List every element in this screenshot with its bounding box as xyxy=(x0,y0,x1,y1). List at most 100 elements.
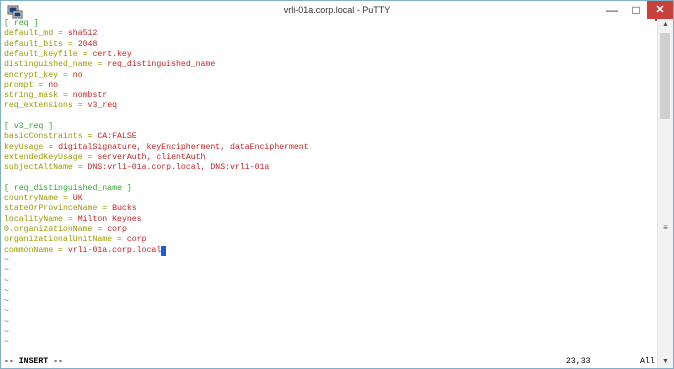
empty-line-tilde: ~ xyxy=(4,266,9,276)
config-key: 0.organizationName xyxy=(4,225,93,234)
empty-line-tilde: ~ xyxy=(4,317,9,327)
config-value: 2048 xyxy=(77,39,98,49)
config-value: vrli-01a.corp.local xyxy=(67,245,162,255)
equals-separator: = xyxy=(92,225,108,234)
config-value: DNS:vrli-01a.corp.local, DNS:vrli-01a xyxy=(87,163,270,173)
section-header: [ req_distinguished_name ] xyxy=(4,183,132,193)
empty-line-tilde: ~ xyxy=(4,255,9,265)
editor-line: [ req_distinguished_name ] xyxy=(4,184,132,194)
config-key: req_extensions xyxy=(4,101,73,111)
editor-line: default_bits = 2048 xyxy=(4,40,97,50)
empty-line-tilde: ~ xyxy=(4,276,9,286)
window-title: vrli-01a.corp.local - PuTTY xyxy=(283,5,391,15)
editor-line: subjectAltName = DNS:vrli-01a.corp.local… xyxy=(4,163,269,173)
empty-line-tilde: ~ xyxy=(4,286,9,296)
empty-line-tilde: ~ xyxy=(4,328,9,337)
config-value: no xyxy=(48,80,59,90)
editor-line: distinguished_name = req_distinguished_n… xyxy=(4,60,215,70)
config-key: default_bits xyxy=(4,39,63,49)
editor-line: [ req ] xyxy=(4,19,38,29)
terminal-area[interactable]: [ req ] default_md = sha512 default_bits =… xyxy=(3,19,655,368)
text-cursor xyxy=(161,245,167,256)
empty-line-tilde: ~ xyxy=(4,338,9,348)
equals-separator: = xyxy=(97,204,113,214)
scroll-grip-icon: ≡ xyxy=(663,223,668,232)
config-value: serverAuth, clientAuth xyxy=(97,152,206,162)
equals-separator: = xyxy=(58,70,73,80)
equals-separator: = xyxy=(53,29,68,39)
equals-separator: = xyxy=(58,91,73,101)
config-value: corp xyxy=(107,225,127,234)
equals-separator: = xyxy=(82,132,98,142)
equals-separator: = xyxy=(43,142,59,152)
equals-separator: = xyxy=(53,245,68,255)
file-percent: All xyxy=(640,357,655,366)
config-value: req_distinguished_name xyxy=(107,60,216,70)
config-key: countryName xyxy=(4,194,59,204)
editor-line: 0.organizationName = corp xyxy=(4,225,127,235)
vertical-scrollbar[interactable]: ▲ ≡ ▼ xyxy=(657,19,673,368)
config-value: Milton Keynes xyxy=(77,214,142,224)
editor-line: [ v3_req ] xyxy=(4,122,53,132)
editor-line: basicConstraints = CA:FALSE xyxy=(4,132,137,142)
config-key: extendedKeyUsage xyxy=(4,152,83,162)
config-value: no xyxy=(72,70,83,80)
config-key: default_md xyxy=(4,29,54,39)
equals-separator: = xyxy=(82,152,98,162)
editor-line: encrypt_key = no xyxy=(4,71,83,81)
equals-separator: = xyxy=(77,49,93,59)
editor-line: countryName = UK xyxy=(4,194,83,204)
equals-separator: = xyxy=(62,39,78,49)
config-key: string_mask xyxy=(4,91,59,101)
config-key: encrypt_key xyxy=(4,70,59,80)
editor-line: req_extensions = v3_req xyxy=(4,101,117,111)
config-value: UK xyxy=(72,194,83,204)
insert-mode-indicator: -- INSERT -- xyxy=(4,357,63,366)
vim-status-line: -- INSERT -- 23,33 All xyxy=(4,357,655,367)
editor-line: stateOrProvinceName = Bucks xyxy=(4,204,137,214)
equals-separator: = xyxy=(58,194,73,204)
equals-separator: = xyxy=(62,214,78,224)
scroll-up-arrow-icon[interactable]: ▲ xyxy=(658,19,673,31)
config-value: CA:FALSE xyxy=(97,132,137,142)
scroll-thumb[interactable] xyxy=(660,33,670,119)
equals-separator: = xyxy=(72,163,88,173)
config-value: nombstr xyxy=(72,91,108,101)
config-key: stateOrProvinceName xyxy=(4,204,98,214)
section-header: [ req ] xyxy=(4,19,39,28)
config-key: basicConstraints xyxy=(4,132,83,142)
scroll-down-arrow-icon[interactable]: ▼ xyxy=(658,356,673,368)
minimize-button[interactable]: — xyxy=(601,1,623,21)
editor-line: localityName = Milton Keynes xyxy=(4,215,142,225)
config-value: sha512 xyxy=(67,29,98,39)
putty-window: vrli-01a.corp.local - PuTTY — □ ✕ [ req … xyxy=(0,0,674,369)
config-value: Bucks xyxy=(112,204,137,214)
cursor-position: 23,33 xyxy=(566,357,591,366)
close-button[interactable]: ✕ xyxy=(647,1,673,21)
config-key: subjectAltName xyxy=(4,163,73,173)
config-key: default_keyfile xyxy=(4,49,78,59)
config-value: v3_req xyxy=(87,101,118,111)
empty-line-tilde: ~ xyxy=(4,307,9,317)
config-value: cert.key xyxy=(92,49,132,59)
config-key: localityName xyxy=(4,214,63,224)
section-header: [ v3_req ] xyxy=(4,122,54,131)
config-key: commonName xyxy=(4,245,54,255)
equals-separator: = xyxy=(72,101,88,111)
config-value: digitalSignature, keyEncipherment, dataE… xyxy=(58,142,309,152)
config-value: corp xyxy=(126,235,147,245)
editor-line: prompt = no xyxy=(4,81,58,91)
equals-separator: = xyxy=(112,235,127,245)
editor-line: default_keyfile = cert.key xyxy=(4,50,132,60)
config-key: distinguished_name xyxy=(4,60,93,70)
maximize-button[interactable]: □ xyxy=(625,1,647,21)
editor-line: extendedKeyUsage = serverAuth, clientAut… xyxy=(4,153,205,163)
editor-line: keyUsage = digitalSignature, keyEncipher… xyxy=(4,143,309,153)
empty-line-tilde: ~ xyxy=(4,297,9,307)
equals-separator: = xyxy=(33,80,49,90)
editor-line: commonName = vrli-01a.corp.local xyxy=(4,245,167,256)
editor-line: organizationalUnitName = corp xyxy=(4,235,147,245)
equals-separator: = xyxy=(92,60,108,70)
config-key: keyUsage xyxy=(4,142,44,152)
config-key: organizationalUnitName xyxy=(4,235,113,245)
